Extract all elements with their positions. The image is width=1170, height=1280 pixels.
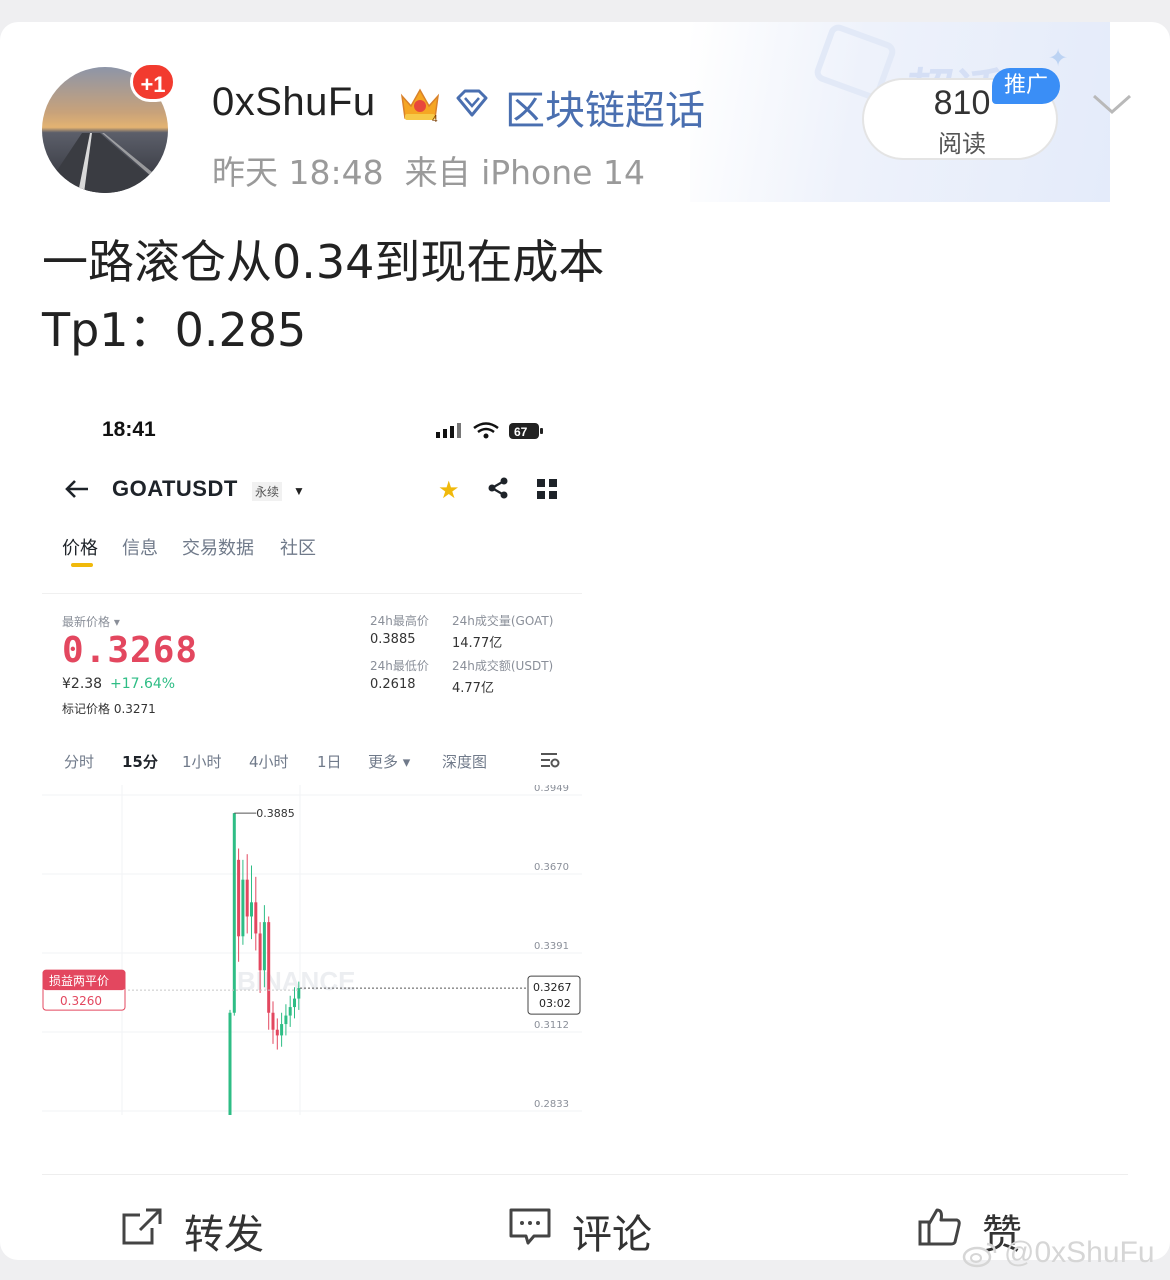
y-tick-label: 0.3112 xyxy=(534,1020,569,1031)
candlestick-chart[interactable]: 0.3949 0.3670 0.3391 0.3112 0.2833 BINANCE 0… xyxy=(42,785,582,1115)
wifi-icon xyxy=(473,422,499,434)
candle-body xyxy=(241,879,245,937)
candle-body xyxy=(275,1029,279,1036)
interval-1d[interactable]: 1日 xyxy=(317,751,342,772)
active-tab-indicator xyxy=(71,563,93,567)
vol-goat-label: 24h成交量(GOAT) xyxy=(452,614,554,628)
countdown: 03:02 xyxy=(539,997,571,1010)
diamond-topic-icon xyxy=(456,89,488,117)
post-image[interactable]: 18:41 67 GOATUSDT 永续 ▼ ★ 价格 信息 交易数据 社区 最… xyxy=(42,400,582,1115)
username[interactable]: 0xShuFu xyxy=(212,80,376,125)
candle-body xyxy=(262,922,266,971)
candle-body xyxy=(288,1007,292,1016)
notification-badge[interactable]: +1 xyxy=(130,62,176,102)
candle-body xyxy=(237,859,241,937)
low-label: 24h最低价 xyxy=(370,659,429,673)
candle-body xyxy=(254,902,258,934)
candle-body xyxy=(280,1024,284,1036)
post-text-line2: Tp1：0.285 xyxy=(42,303,307,357)
interval-timeshare[interactable]: 分时 xyxy=(64,751,94,772)
topic-link[interactable]: 区块链超话 xyxy=(505,78,705,136)
post-meta: 昨天 18:48 来自 iPhone 14 xyxy=(212,146,645,194)
candle-body xyxy=(267,922,271,1013)
reads-label: 阅读 xyxy=(938,130,986,158)
status-time: 18:41 xyxy=(102,418,156,441)
post-timestamp: 昨天 18:48 xyxy=(212,153,384,192)
post-text-line1: 一路滚仓从0.34到现在成本 xyxy=(42,235,605,289)
candle-body xyxy=(250,902,253,917)
candle-body xyxy=(228,1012,232,1115)
weibo-logo-icon xyxy=(962,1242,997,1268)
chart-settings-icon[interactable] xyxy=(540,751,560,769)
candle-body xyxy=(258,933,262,971)
price-change: +17.64% xyxy=(110,676,176,692)
actions-divider xyxy=(42,1174,1128,1175)
repost-button[interactable]: 转发 xyxy=(120,1202,320,1258)
tab-community[interactable]: 社区 xyxy=(280,534,316,560)
repost-label: 转发 xyxy=(184,1212,264,1258)
comment-button[interactable]: 评论 xyxy=(508,1202,708,1258)
back-arrow-icon[interactable] xyxy=(64,478,90,500)
interval-more[interactable]: 更多 ▾ xyxy=(368,751,410,772)
candle-body xyxy=(245,879,249,917)
high-marker-label: 0.3885 xyxy=(256,807,295,820)
mark-price: 标记价格 0.3271 xyxy=(62,702,156,716)
high-label: 24h最高价 xyxy=(370,614,429,628)
last-price-label[interactable]: 最新价格 ▾ xyxy=(62,613,120,630)
interval-15m[interactable]: 15分 xyxy=(122,751,158,772)
candle-body xyxy=(284,1015,288,1025)
symbol-title[interactable]: GOATUSDT xyxy=(112,476,238,502)
interval-depth[interactable]: 深度图 xyxy=(442,751,487,772)
battery-level: 67 xyxy=(514,425,528,439)
vol-usdt-label: 24h成交额(USDT) xyxy=(452,659,554,673)
candle-body xyxy=(271,1012,275,1030)
promo-badge[interactable]: 推广 xyxy=(992,68,1060,104)
post-card: 超话 ✦ +1 0xShuFu 4 区块链超话 昨天 18:48 来自 iPho… xyxy=(0,22,1170,1260)
high-value: 0.3885 xyxy=(370,632,416,647)
vol-usdt-value: 4.77亿 xyxy=(452,681,494,696)
crown-vip-icon[interactable]: 4 xyxy=(398,84,442,124)
interval-4h[interactable]: 4小时 xyxy=(249,751,289,772)
tab-trade-data[interactable]: 交易数据 xyxy=(182,534,254,560)
post-source: 来自 iPhone 14 xyxy=(404,153,645,192)
watermark: @0xShuFu xyxy=(1004,1236,1155,1269)
low-value: 0.2618 xyxy=(370,677,416,692)
favorite-star-icon[interactable]: ★ xyxy=(438,476,460,505)
last-price: 0.3268 xyxy=(62,630,199,671)
symbol-dropdown-icon[interactable]: ▼ xyxy=(293,484,305,498)
comment-label: 评论 xyxy=(572,1212,652,1258)
breakeven-value: 0.3260 xyxy=(60,994,102,1008)
y-tick-label: 0.3391 xyxy=(534,941,569,952)
svg-text:4: 4 xyxy=(432,114,438,124)
post-text: 一路滚仓从0.34到现在成本 Tp1：0.285 xyxy=(42,228,604,364)
tab-price[interactable]: 价格 xyxy=(62,534,98,560)
chevron-down-icon[interactable] xyxy=(1090,88,1134,118)
comment-icon xyxy=(509,1208,551,1245)
repost-icon xyxy=(122,1208,162,1245)
vol-goat-value: 14.77亿 xyxy=(452,636,503,651)
status-icons: 67 xyxy=(436,422,543,439)
chart-watermark: BINANCE xyxy=(237,966,355,996)
tab-info[interactable]: 信息 xyxy=(122,534,158,560)
tab-divider xyxy=(42,593,582,594)
grid-menu-icon[interactable] xyxy=(536,478,558,500)
candle-body xyxy=(293,998,296,1008)
y-tick-label: 0.3949 xyxy=(534,785,569,794)
contract-type-tag: 永续 xyxy=(252,482,283,501)
signal-icon xyxy=(436,423,461,438)
thumbs-up-icon xyxy=(918,1208,961,1246)
interval-1h[interactable]: 1小时 xyxy=(182,751,222,772)
y-tick-label: 0.2833 xyxy=(534,1099,569,1110)
share-icon[interactable] xyxy=(486,476,510,500)
y-tick-label: 0.3670 xyxy=(534,862,569,873)
candle-body xyxy=(232,813,236,1013)
current-price-value: 0.3267 xyxy=(533,981,572,994)
price-cny: ¥2.38 xyxy=(62,676,103,692)
sparkle-icon: ✦ xyxy=(1048,44,1069,72)
breakeven-label: 损益两平价 xyxy=(49,974,109,988)
